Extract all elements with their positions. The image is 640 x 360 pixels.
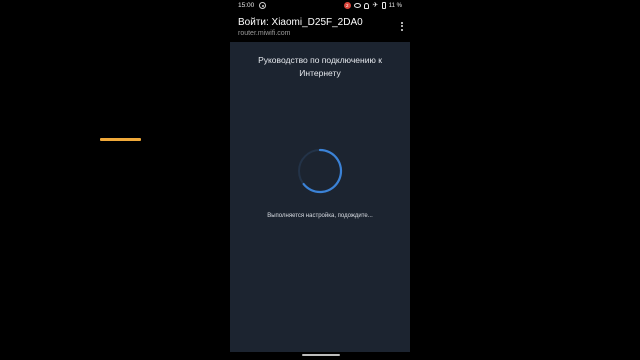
more-vertical-icon <box>401 25 403 27</box>
more-vertical-icon <box>401 21 403 24</box>
location-icon <box>259 2 266 9</box>
status-time: 15:00 <box>238 2 255 9</box>
spinner-icon <box>298 148 343 194</box>
home-indicator[interactable] <box>302 354 340 356</box>
status-icons: 2 ✈ 11 % <box>343 1 402 10</box>
side-accent-line <box>100 138 141 141</box>
battery-icon <box>381 2 386 9</box>
screen-stage: 15:00 2 ✈ 11 % Войти: Xiaomi_D25F_2DA0 r… <box>0 0 640 360</box>
loading-status-text: Выполняется настройка, подождите... <box>267 213 373 219</box>
browser-header: Войти: Xiaomi_D25F_2DA0 router.miwifi.co… <box>230 12 410 42</box>
more-menu-button[interactable] <box>398 20 406 32</box>
status-bar: 15:00 2 ✈ 11 % <box>230 0 410 12</box>
airplane-icon: ✈ <box>372 1 379 9</box>
notification-badge: 2 <box>343 2 351 9</box>
page-title: Войти: Xiaomi_D25F_2DA0 <box>238 17 363 28</box>
phone-screen: 15:00 2 ✈ 11 % Войти: Xiaomi_D25F_2DA0 r… <box>230 0 410 360</box>
router-setup-page: Руководство по подключению к Интернету В… <box>230 42 410 352</box>
more-vertical-icon <box>401 28 403 31</box>
bell-off-icon <box>363 2 369 9</box>
guide-title: Руководство по подключению к Интернету <box>258 55 382 78</box>
eye-icon <box>353 3 361 8</box>
battery-level: 11 % <box>388 2 402 9</box>
page-url: router.miwifi.com <box>238 30 291 37</box>
